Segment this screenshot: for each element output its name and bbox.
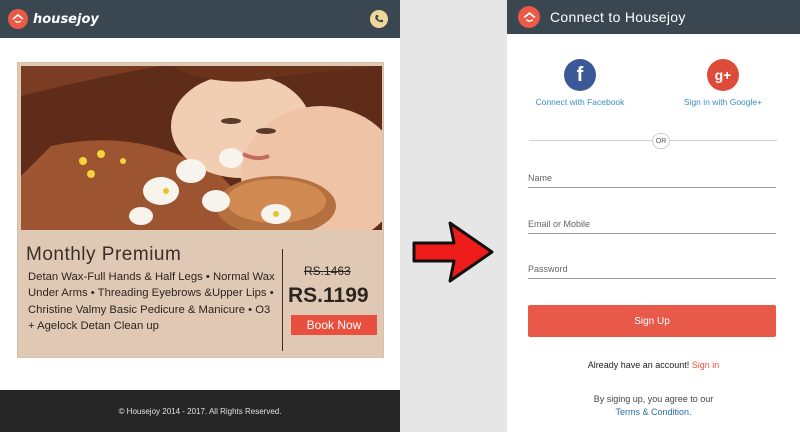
google-signin[interactable]: g+ Sign in with Google+ (663, 59, 783, 107)
signup-header: Connect to Housejoy (507, 0, 800, 34)
already-account-text: Already have an account! Sign in (507, 360, 800, 370)
terms-label: By siging up, you agree to our (593, 394, 714, 404)
terms-text: By siging up, you agree to our Terms & C… (507, 393, 800, 419)
sign-up-button[interactable]: Sign Up (528, 305, 776, 337)
brand-name: housejoy (33, 11, 99, 27)
house-icon (8, 9, 28, 29)
package-title: Monthly Premium (26, 244, 182, 265)
transition-arrow-icon (412, 221, 494, 283)
name-field[interactable] (528, 168, 776, 188)
google-label[interactable]: Sign in with Google+ (663, 97, 783, 107)
sign-in-link[interactable]: Sign in (692, 360, 720, 370)
brand-logo[interactable]: housejoy (8, 9, 99, 29)
book-now-button[interactable]: Book Now (291, 315, 377, 335)
package-description: Detan Wax-Full Hands & Half Legs • Norma… (28, 271, 275, 333)
already-label: Already have an account! (587, 360, 690, 370)
google-plus-icon[interactable]: g+ (707, 59, 739, 91)
copyright-footer: © Housejoy 2014 - 2017. All Rights Reser… (0, 390, 400, 432)
facebook-label[interactable]: Connect with Facebook (520, 97, 640, 107)
top-bar: housejoy (0, 0, 400, 38)
or-badge: OR (652, 133, 670, 149)
signup-screen: Connect to Housejoy f Connect with Faceb… (507, 0, 800, 432)
facebook-icon[interactable]: f (564, 59, 596, 91)
email-field[interactable] (528, 214, 776, 234)
price-divider (282, 249, 283, 351)
password-field[interactable] (528, 259, 776, 279)
discounted-price: RS.1199 (288, 284, 369, 307)
phone-icon[interactable] (370, 10, 388, 28)
original-price: RS.1463 (304, 264, 351, 278)
spa-photo (21, 66, 382, 230)
facebook-connect[interactable]: f Connect with Facebook (520, 59, 640, 107)
house-icon (518, 6, 540, 28)
terms-link[interactable]: Terms & Condition. (615, 407, 691, 417)
left-screen: housejoy Monthly Premium Detan Wax-Full … (0, 0, 400, 432)
signup-title: Connect to Housejoy (550, 9, 686, 25)
offer-card[interactable]: Monthly Premium Detan Wax-Full Hands & H… (17, 62, 384, 358)
